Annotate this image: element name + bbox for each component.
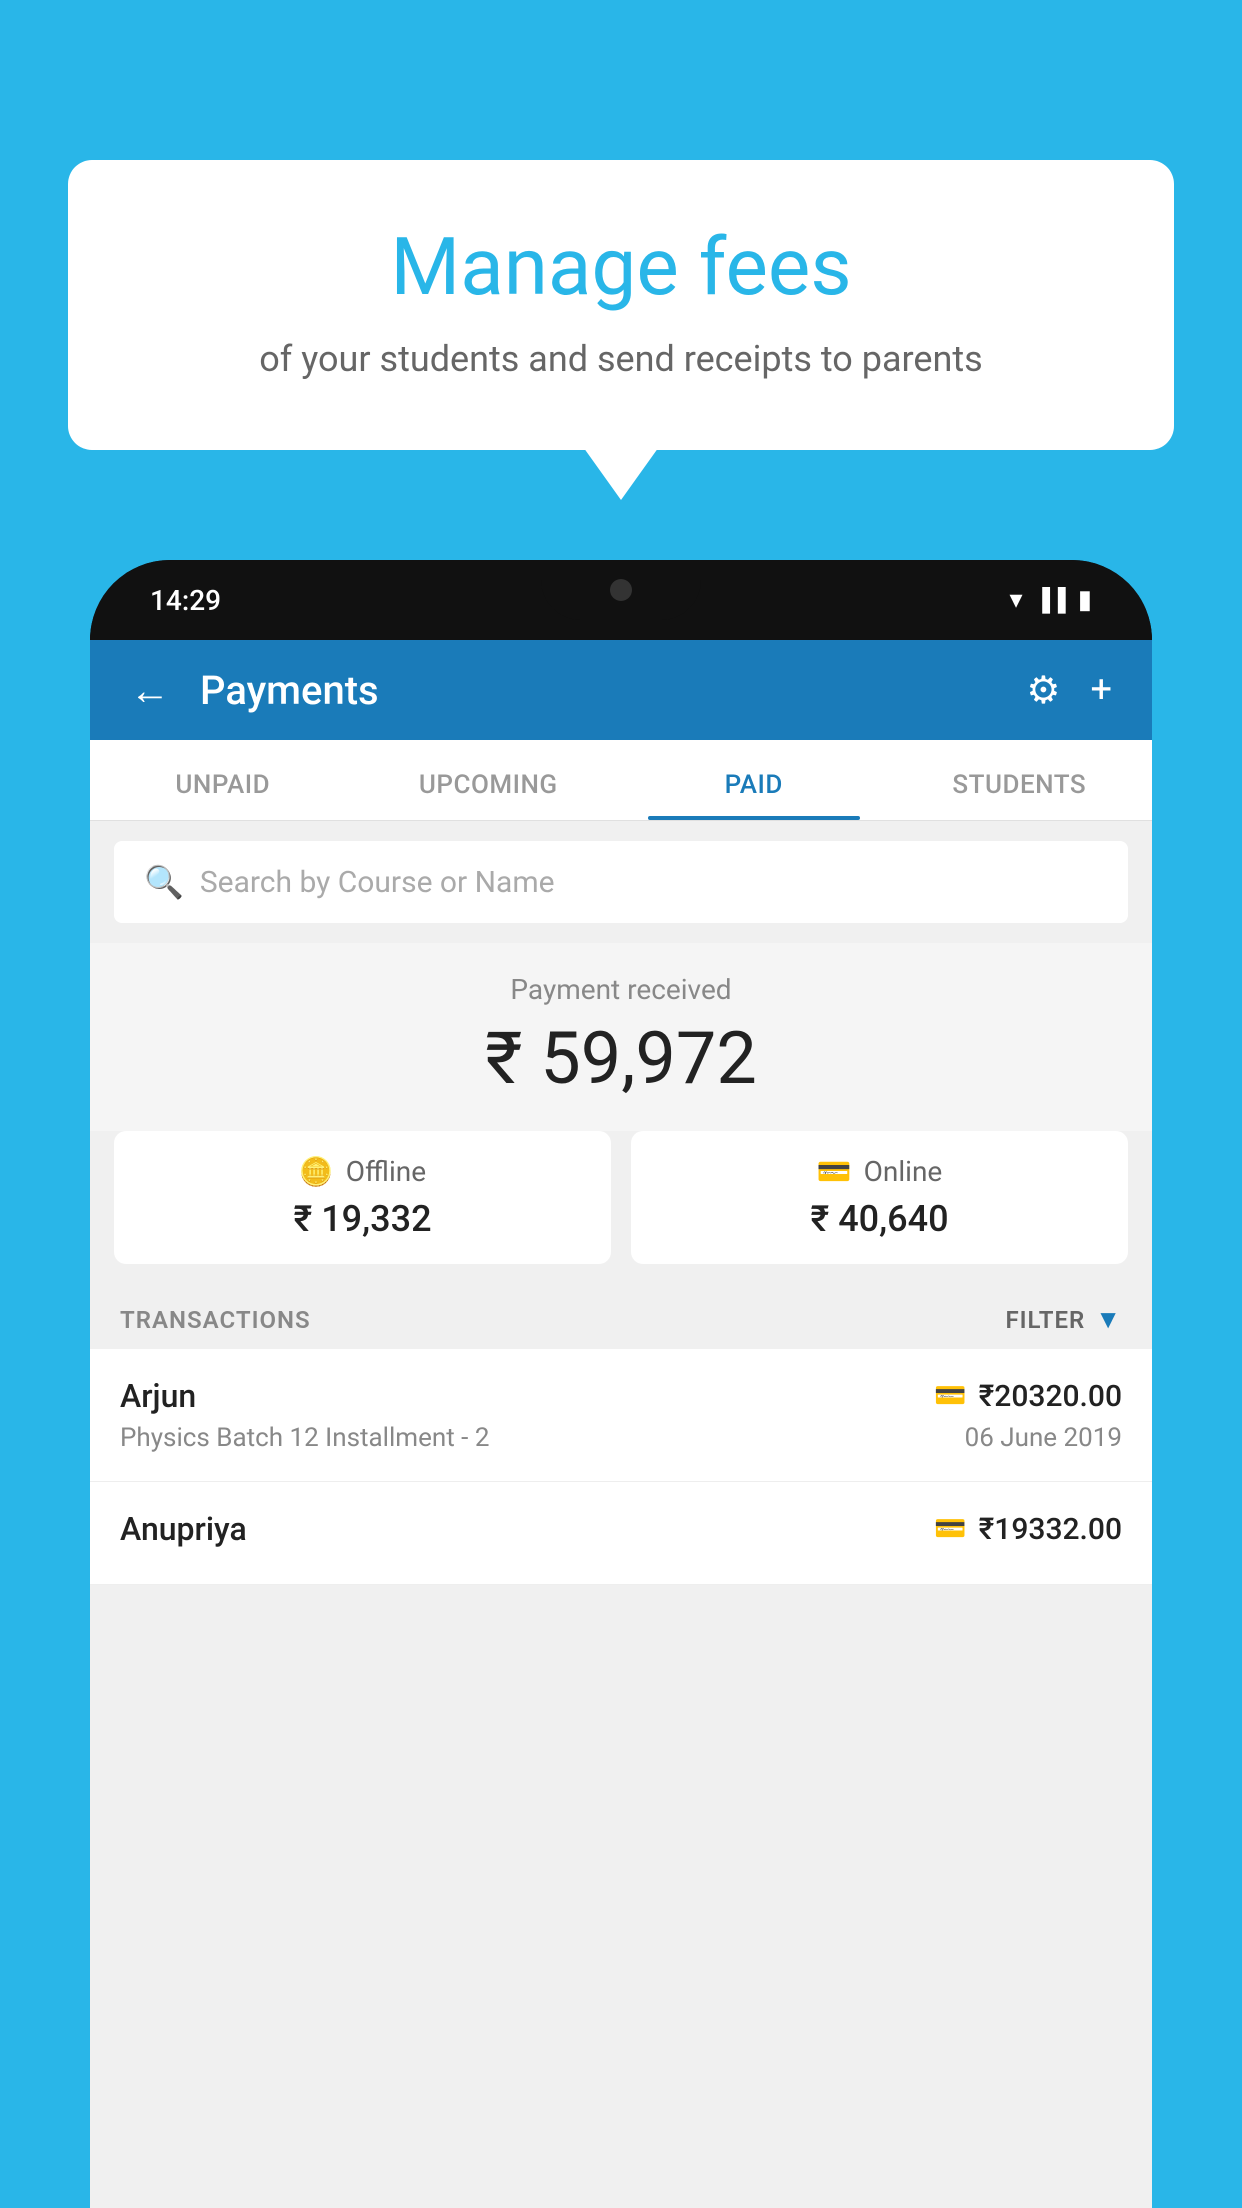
status-icons: ▾ ▐▐ ▮	[1009, 585, 1092, 615]
phone-frame: 14:29 ▾ ▐▐ ▮ ← Payments ⚙ + UNPAID UPCOM…	[90, 560, 1152, 2208]
search-icon: 🔍	[144, 863, 184, 901]
payment-received-amount: ₹ 59,972	[114, 1016, 1128, 1101]
online-card: 💳 Online ₹ 40,640	[631, 1131, 1128, 1264]
wifi-icon: ▾	[1009, 585, 1022, 615]
transaction-amount: ₹19332.00	[979, 1512, 1122, 1547]
bubble-subtitle: of your students and send receipts to pa…	[148, 338, 1094, 380]
header-title: Payments	[200, 667, 1006, 714]
transaction-details: Physics Batch 12 Installment - 2 06 June…	[120, 1423, 1122, 1453]
back-button[interactable]: ←	[130, 667, 170, 714]
camera	[610, 579, 632, 601]
settings-icon[interactable]: ⚙	[1026, 668, 1060, 713]
tab-students[interactable]: STUDENTS	[887, 740, 1153, 820]
amount-row: 💳 ₹19332.00	[934, 1512, 1122, 1547]
payment-type-icon: 💳	[934, 1381, 966, 1411]
tab-bar: UNPAID UPCOMING PAID STUDENTS	[90, 740, 1152, 821]
date-info: 06 June 2019	[965, 1423, 1122, 1453]
offline-icon: 🪙	[299, 1155, 334, 1188]
transaction-row[interactable]: Arjun 💳 ₹20320.00 Physics Batch 12 Insta…	[90, 1349, 1152, 1482]
transactions-label: TRANSACTIONS	[120, 1306, 311, 1334]
course-info: Physics Batch 12 Installment - 2	[120, 1423, 489, 1453]
payment-received-section: Payment received ₹ 59,972	[90, 943, 1152, 1131]
offline-amount: ₹ 19,332	[134, 1198, 591, 1240]
transactions-header: TRANSACTIONS FILTER ▼	[90, 1284, 1152, 1349]
notch	[541, 560, 701, 620]
filter-icon: ▼	[1095, 1304, 1122, 1335]
offline-card: 🪙 Offline ₹ 19,332	[114, 1131, 611, 1264]
payment-received-label: Payment received	[114, 973, 1128, 1006]
student-name: Anupriya	[120, 1510, 247, 1548]
filter-label: FILTER	[1005, 1306, 1085, 1334]
screen-content: 🔍 Search by Course or Name Payment recei…	[90, 821, 1152, 2208]
transaction-row[interactable]: Anupriya 💳 ₹19332.00	[90, 1482, 1152, 1585]
tab-paid[interactable]: PAID	[621, 740, 887, 820]
search-placeholder: Search by Course or Name	[200, 865, 555, 900]
battery-icon: ▮	[1078, 585, 1092, 615]
tab-unpaid[interactable]: UNPAID	[90, 740, 356, 820]
amount-row: 💳 ₹20320.00	[934, 1379, 1122, 1414]
app-header: ← Payments ⚙ +	[90, 640, 1152, 740]
filter-button[interactable]: FILTER ▼	[1005, 1304, 1122, 1335]
online-icon: 💳	[817, 1155, 852, 1188]
online-label: Online	[864, 1155, 943, 1188]
signal-icon: ▐▐	[1035, 587, 1066, 613]
payment-cards: 🪙 Offline ₹ 19,332 💳 Online ₹ 40,640	[90, 1131, 1152, 1284]
status-bar: 14:29 ▾ ▐▐ ▮	[90, 560, 1152, 640]
payment-type-icon: 💳	[934, 1514, 966, 1544]
online-amount: ₹ 40,640	[651, 1198, 1108, 1240]
student-name: Arjun	[120, 1377, 196, 1415]
bubble-title: Manage fees	[148, 220, 1094, 314]
offline-label: Offline	[346, 1155, 426, 1188]
status-time: 14:29	[150, 584, 221, 617]
header-actions: ⚙ +	[1026, 668, 1112, 713]
transaction-amount: ₹20320.00	[979, 1379, 1122, 1414]
tab-upcoming[interactable]: UPCOMING	[356, 740, 622, 820]
speech-bubble: Manage fees of your students and send re…	[68, 160, 1174, 450]
add-icon[interactable]: +	[1090, 668, 1112, 712]
search-bar[interactable]: 🔍 Search by Course or Name	[114, 841, 1128, 923]
